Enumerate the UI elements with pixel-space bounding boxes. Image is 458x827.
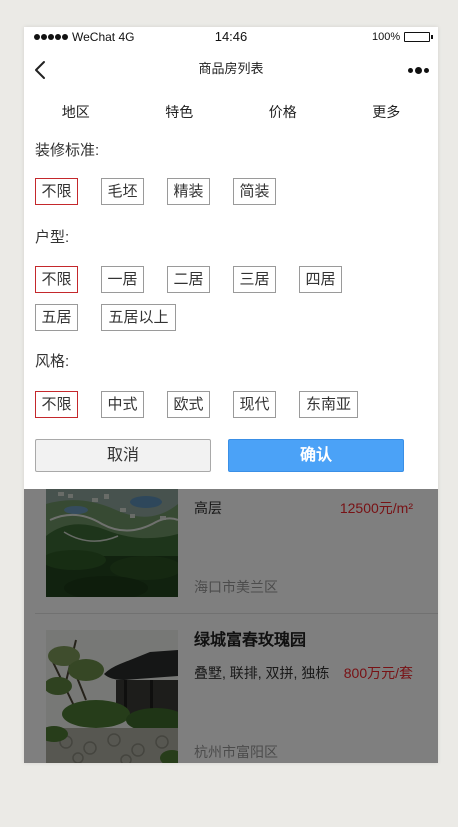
layout-options-row-2: 五居 五居以上: [35, 304, 176, 331]
section-title-style: 风格:: [35, 353, 70, 370]
filter-panel-container: WeChat 4G 14:46 100% 商品房列表 地区 特色 价格 更多 装…: [24, 27, 438, 489]
filter-tabs: 地区 特色 价格 更多: [24, 100, 438, 124]
back-button[interactable]: [30, 56, 54, 84]
option-layout-any[interactable]: 不限: [35, 266, 78, 293]
dim-overlay[interactable]: [24, 489, 438, 763]
chevron-left-icon: [35, 61, 45, 79]
option-layout-3br[interactable]: 三居: [233, 266, 276, 293]
option-layout-5br-plus[interactable]: 五居以上: [101, 304, 176, 331]
section-title-layout: 户型:: [35, 229, 70, 246]
option-decoration-unfinished[interactable]: 毛坯: [101, 178, 144, 205]
tab-price[interactable]: 价格: [231, 100, 335, 124]
option-decoration-any[interactable]: 不限: [35, 178, 78, 205]
option-style-southeast-asian[interactable]: 东南亚: [299, 391, 358, 418]
style-options: 不限 中式 欧式 现代 东南亚: [35, 391, 358, 418]
option-style-chinese[interactable]: 中式: [101, 391, 144, 418]
tab-more[interactable]: 更多: [335, 100, 439, 124]
tab-feature[interactable]: 特色: [128, 100, 232, 124]
battery-percentage: 100%: [372, 31, 401, 43]
cancel-button[interactable]: 取消: [35, 439, 211, 472]
tab-region[interactable]: 地区: [24, 100, 128, 124]
battery-icon: [404, 32, 433, 42]
option-layout-5br[interactable]: 五居: [35, 304, 78, 331]
phone-screen: 高层 12500元/m² 海口市美兰区: [24, 27, 438, 763]
status-bar: WeChat 4G 14:46 100%: [24, 27, 438, 47]
option-decoration-fine[interactable]: 精装: [167, 178, 210, 205]
section-title-decoration: 装修标准:: [35, 142, 100, 159]
confirm-button[interactable]: 确认: [228, 439, 404, 472]
option-layout-2br[interactable]: 二居: [167, 266, 210, 293]
more-dots-icon: [407, 66, 429, 74]
more-button[interactable]: [402, 62, 434, 78]
option-layout-1br[interactable]: 一居: [101, 266, 144, 293]
option-style-european[interactable]: 欧式: [167, 391, 210, 418]
layout-options: 不限 一居 二居 三居 四居: [35, 266, 342, 293]
option-decoration-simple[interactable]: 简装: [233, 178, 276, 205]
option-style-any[interactable]: 不限: [35, 391, 78, 418]
option-layout-4br[interactable]: 四居: [299, 266, 342, 293]
decoration-options: 不限 毛坯 精装 简装: [35, 178, 276, 205]
option-style-modern[interactable]: 现代: [233, 391, 276, 418]
page-title: 商品房列表: [198, 61, 264, 76]
